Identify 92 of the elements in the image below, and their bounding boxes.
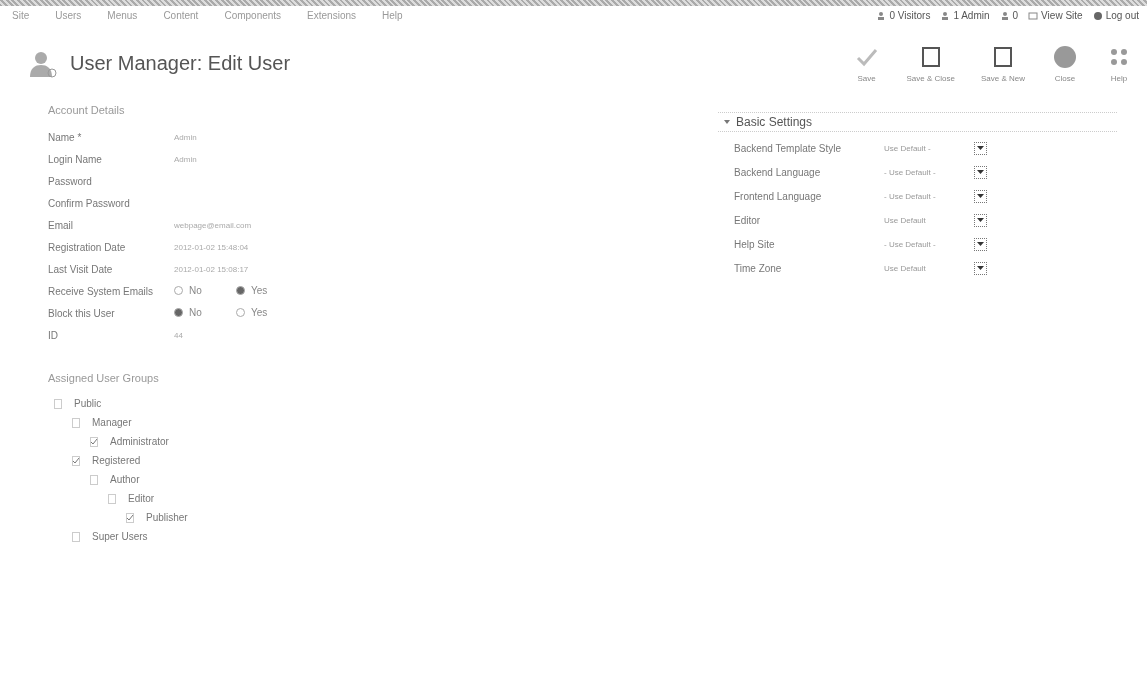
field-value: Admin — [174, 132, 198, 142]
group-label: Public — [74, 398, 102, 409]
field-label: Registration Date — [48, 241, 127, 253]
field-label: Time Zone — [734, 262, 783, 274]
page-title: User Manager: Edit User — [70, 52, 291, 75]
menu-item[interactable]: Site — [8, 10, 34, 21]
checkbox[interactable] — [126, 512, 134, 523]
field-label: Backend Template Style — [734, 142, 843, 154]
radio-option[interactable]: Yes — [236, 285, 298, 296]
menu-item[interactable]: Extensions — [303, 10, 361, 21]
radio-dot[interactable] — [174, 308, 183, 317]
field-label: Receive System Emails — [48, 285, 155, 297]
caret-icon — [977, 194, 984, 198]
checkbox[interactable] — [72, 455, 80, 466]
checkbox[interactable] — [72, 531, 80, 542]
select-value: Use Default - — [884, 143, 932, 153]
checkbox[interactable] — [90, 436, 98, 447]
field-label: Confirm Password — [48, 197, 131, 209]
select-value: - Use Default - — [884, 167, 937, 177]
caret-icon — [977, 242, 984, 246]
field-label: Last Visit Date — [48, 263, 114, 275]
window-icon — [1028, 10, 1039, 21]
status-link[interactable]: Log out — [1092, 10, 1139, 21]
checkbox[interactable] — [90, 474, 98, 485]
radio-dot[interactable] — [236, 308, 245, 317]
group-label: Manager — [92, 417, 132, 428]
checkbox[interactable] — [72, 417, 80, 428]
caret-icon — [977, 218, 984, 222]
select-value: - Use Default - — [884, 191, 937, 201]
field-label: Backend Language — [734, 166, 822, 178]
select-value: - Use Default - — [884, 239, 937, 249]
field-label: Login Name — [48, 153, 103, 165]
status-link[interactable]: View Site — [1028, 10, 1083, 21]
dropdown-button[interactable] — [974, 165, 987, 179]
toolbar-button[interactable]: Save — [846, 43, 887, 84]
dropdown-button[interactable] — [974, 237, 987, 251]
menu-item[interactable]: Help — [378, 10, 407, 21]
radio-dot[interactable] — [174, 286, 183, 295]
panel-header[interactable]: Basic Settings — [718, 112, 1117, 132]
caret-icon — [977, 146, 984, 150]
field-value: 44 — [174, 330, 184, 340]
toolbar-button[interactable]: Save & Close — [900, 43, 961, 84]
dropdown-button[interactable] — [974, 141, 987, 155]
group-label: Registered — [92, 455, 141, 466]
menu-item[interactable]: Users — [51, 10, 86, 21]
group-label: Author — [110, 474, 140, 485]
toolbar-button[interactable]: Help — [1099, 43, 1139, 84]
field-value: Admin — [174, 154, 198, 164]
radio-option[interactable]: No — [174, 285, 236, 296]
field-label: Block this User — [48, 307, 116, 319]
field-label: ID — [48, 329, 59, 341]
section-title: Account Details — [48, 104, 126, 116]
status-link[interactable]: 0 — [999, 10, 1019, 21]
dropdown-button[interactable] — [974, 261, 987, 275]
menu-item[interactable]: Components — [220, 10, 286, 21]
admin-icon — [940, 10, 951, 21]
checkbox[interactable] — [54, 398, 62, 409]
caret-icon — [977, 170, 984, 174]
radio-option[interactable]: Yes — [236, 307, 298, 318]
dropdown-button[interactable] — [974, 189, 987, 203]
toolbar-button[interactable]: Close — [1045, 43, 1085, 84]
toolbar-button[interactable]: Save & New — [974, 43, 1031, 84]
field-label: Editor — [734, 214, 762, 226]
menu-item[interactable]: Menus — [103, 10, 142, 21]
group-label: Publisher — [146, 512, 188, 523]
power-icon — [1092, 10, 1103, 21]
field-label: Frontend Language — [734, 190, 823, 202]
field-label: Email — [48, 219, 74, 231]
radio-option[interactable]: No — [174, 307, 236, 318]
field-label: Help Site — [734, 238, 776, 250]
radio-dot[interactable] — [236, 286, 245, 295]
group-label: Editor — [128, 493, 155, 504]
visitors-icon — [876, 10, 887, 21]
field-label: Name * — [48, 131, 83, 143]
status-link[interactable]: 1 Admin — [940, 10, 990, 21]
field-value: 2012-01-02 15:48:04 — [174, 242, 250, 252]
group-label: Administrator — [110, 436, 169, 447]
section-title: Assigned User Groups — [48, 372, 160, 384]
checkbox[interactable] — [108, 493, 116, 504]
field-label: Password — [48, 175, 93, 187]
dropdown-button[interactable] — [974, 213, 987, 227]
caret-icon — [977, 266, 984, 270]
menu-item[interactable]: Content — [159, 10, 203, 21]
close-icon — [1052, 44, 1078, 70]
field-value: 2012-01-02 15:08:17 — [174, 264, 250, 274]
select-value: Use Default — [884, 263, 927, 273]
triangle-icon — [724, 119, 730, 125]
group-label: Super Users — [92, 531, 148, 542]
select-value: Use Default — [884, 215, 927, 225]
status-link[interactable]: 0 Visitors — [876, 10, 931, 21]
field-value: webpage@email.com — [174, 220, 253, 230]
panel-title: Basic Settings — [736, 115, 813, 129]
